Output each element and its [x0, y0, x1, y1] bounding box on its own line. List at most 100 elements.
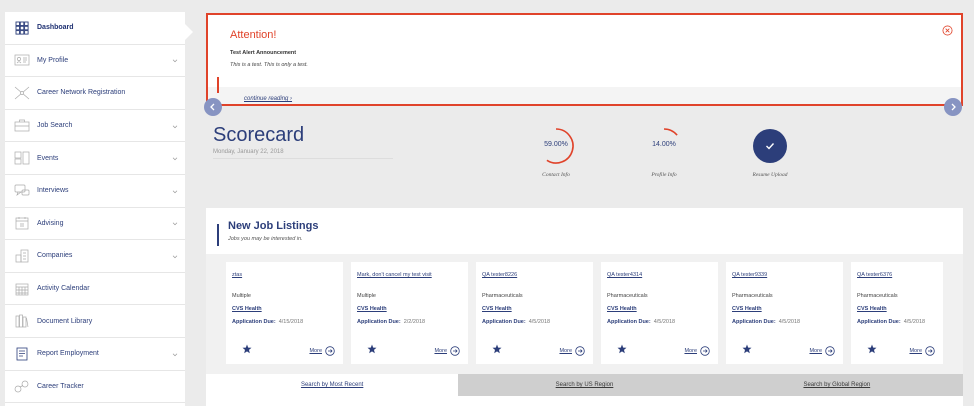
sidebar-item-label: Document Library: [37, 317, 93, 325]
sidebar-item-companies[interactable]: Companies: [5, 240, 185, 273]
application-due-date: 4/5/2018: [778, 319, 801, 325]
alert-footer: [208, 87, 961, 104]
application-due-date: 4/5/2018: [653, 319, 676, 325]
gauge-value: 59.00%: [544, 141, 568, 148]
chevron-down-icon: [172, 255, 178, 259]
sidebar-item-job-search[interactable]: Job Search: [5, 110, 185, 143]
continue-reading-link[interactable]: continue reading ›: [244, 96, 292, 102]
job-title-link[interactable]: QA tester6376: [857, 272, 892, 278]
arrow-right-circle-icon: [700, 346, 710, 356]
job-company-link[interactable]: CVS Health: [482, 306, 512, 312]
job-card: QA tester8226 Pharmaceuticals CVS Health Ap…: [476, 262, 593, 364]
job-title-link[interactable]: QA tester9339: [732, 272, 767, 278]
more-link[interactable]: More: [909, 346, 935, 356]
gauge-label: Resume Upload: [752, 172, 788, 178]
chevron-down-icon: [172, 125, 178, 128]
carousel-next-button[interactable]: [944, 98, 962, 116]
application-due-date: 2/2/2018: [403, 319, 426, 325]
alert-body: This is a test. This is only a test.: [230, 62, 308, 68]
sidebar-item-report-employment[interactable]: Report Employment: [5, 338, 185, 371]
sidebar-item-activity-calendar[interactable]: Activity Calendar: [5, 273, 185, 306]
scorecard-title: Scorecard: [213, 124, 305, 146]
tab-search-by-us-region[interactable]: Search by US Region: [458, 374, 711, 396]
arrow-right-circle-icon: [325, 346, 335, 356]
job-title-link[interactable]: QA tester8226: [482, 272, 517, 278]
arrow-right-circle-icon: [825, 346, 835, 356]
job-listings-panel: New Job Listings Jobs you may be interes…: [206, 208, 963, 406]
sidebar-item-career-tracker[interactable]: Career Tracker: [5, 371, 185, 404]
sidebar-item-events[interactable]: Events: [5, 142, 185, 175]
application-due-label: Application Due:: [482, 319, 526, 325]
close-icon[interactable]: [942, 25, 953, 36]
application-due-label: Application Due:: [607, 319, 651, 325]
star-icon[interactable]: [867, 344, 877, 354]
application-due: Application Due: 4/5/2018: [857, 319, 925, 325]
more-link[interactable]: More: [434, 346, 460, 356]
star-icon[interactable]: [492, 344, 502, 354]
application-due-label: Application Due:: [232, 319, 276, 325]
chevron-down-icon: [172, 222, 178, 226]
star-icon[interactable]: [242, 344, 252, 354]
chevron-down-icon: [172, 353, 178, 357]
application-due-label: Application Due:: [732, 319, 776, 325]
job-industry: Pharmaceuticals: [482, 293, 523, 299]
star-icon[interactable]: [742, 344, 752, 354]
job-card: QA tester4314 Pharmaceuticals CVS Health Ap…: [601, 262, 718, 364]
events-icon: [13, 149, 31, 167]
tab-search-by-global-region[interactable]: Search by Global Region: [710, 374, 963, 396]
tab-search-by-most-recent[interactable]: Search by Most Recent: [206, 374, 459, 396]
sidebar-item-label: Career Tracker: [37, 382, 84, 390]
job-company-link[interactable]: CVS Health: [232, 306, 262, 312]
library-icon: [13, 312, 31, 330]
sidebar-item-my-profile[interactable]: My Profile: [5, 45, 185, 78]
application-due: Application Due: 4/5/2018: [482, 319, 550, 325]
network-icon: [13, 84, 31, 102]
application-due: Application Due: 4/5/2018: [732, 319, 800, 325]
carousel-prev-button[interactable]: [204, 98, 222, 116]
more-link[interactable]: More: [684, 346, 710, 356]
sidebar-item-label: Dashboard: [37, 24, 74, 32]
gauge-label: Contact Info: [542, 172, 570, 178]
gauge-value: 14.00%: [652, 141, 676, 148]
star-icon[interactable]: [617, 344, 627, 354]
job-title-link[interactable]: QA tester4314: [607, 272, 642, 278]
alert-subtitle: Test Alert Announcement: [230, 50, 297, 56]
application-due: Application Due: 4/5/2018: [607, 319, 675, 325]
more-link[interactable]: More: [809, 346, 835, 356]
jobs-subtitle: Jobs you may be interested in.: [228, 236, 303, 242]
more-label: More: [809, 348, 822, 354]
profile-card-icon: [13, 51, 31, 69]
sidebar-item-career-network-registration[interactable]: Career Network Registration: [5, 77, 185, 110]
briefcase-icon: [13, 117, 31, 135]
report-icon: [13, 345, 31, 363]
chevron-right-icon: [951, 103, 956, 111]
sidebar-nav: Dashboard My Profile Career Network Regist…: [5, 12, 185, 406]
sidebar-item-label: Events: [37, 154, 59, 162]
more-label: More: [559, 348, 572, 354]
more-label: More: [434, 348, 447, 354]
job-company-link[interactable]: CVS Health: [857, 306, 887, 312]
job-company-link[interactable]: CVS Health: [357, 306, 387, 312]
more-link[interactable]: More: [309, 346, 335, 356]
arrow-right-circle-icon: [450, 346, 460, 356]
scorecard-date: Monday, January 22, 2018: [213, 149, 393, 159]
sidebar-item-dashboard[interactable]: Dashboard: [5, 12, 185, 45]
job-title-link[interactable]: Mark, don't cancel my test visit: [357, 272, 432, 278]
jobs-title: New Job Listings: [228, 220, 319, 232]
more-label: More: [309, 348, 322, 354]
sidebar-item-label: Interviews: [37, 187, 69, 195]
active-pointer: [185, 24, 193, 40]
sidebar-item-interviews[interactable]: Interviews: [5, 175, 185, 208]
gauge-arc: [663, 128, 678, 136]
chevron-down-icon: [172, 157, 178, 161]
job-company-link[interactable]: CVS Health: [732, 306, 762, 312]
job-company-link[interactable]: CVS Health: [607, 306, 637, 312]
job-title-link[interactable]: ztas: [232, 272, 242, 278]
job-industry: Pharmaceuticals: [857, 293, 898, 299]
more-link[interactable]: More: [559, 346, 585, 356]
sidebar-item-advising[interactable]: Advising: [5, 208, 185, 241]
sidebar-item-document-library[interactable]: Document Library: [5, 305, 185, 338]
star-icon[interactable]: [367, 344, 377, 354]
gauge-fill: [753, 129, 787, 163]
application-due-label: Application Due:: [357, 319, 401, 325]
